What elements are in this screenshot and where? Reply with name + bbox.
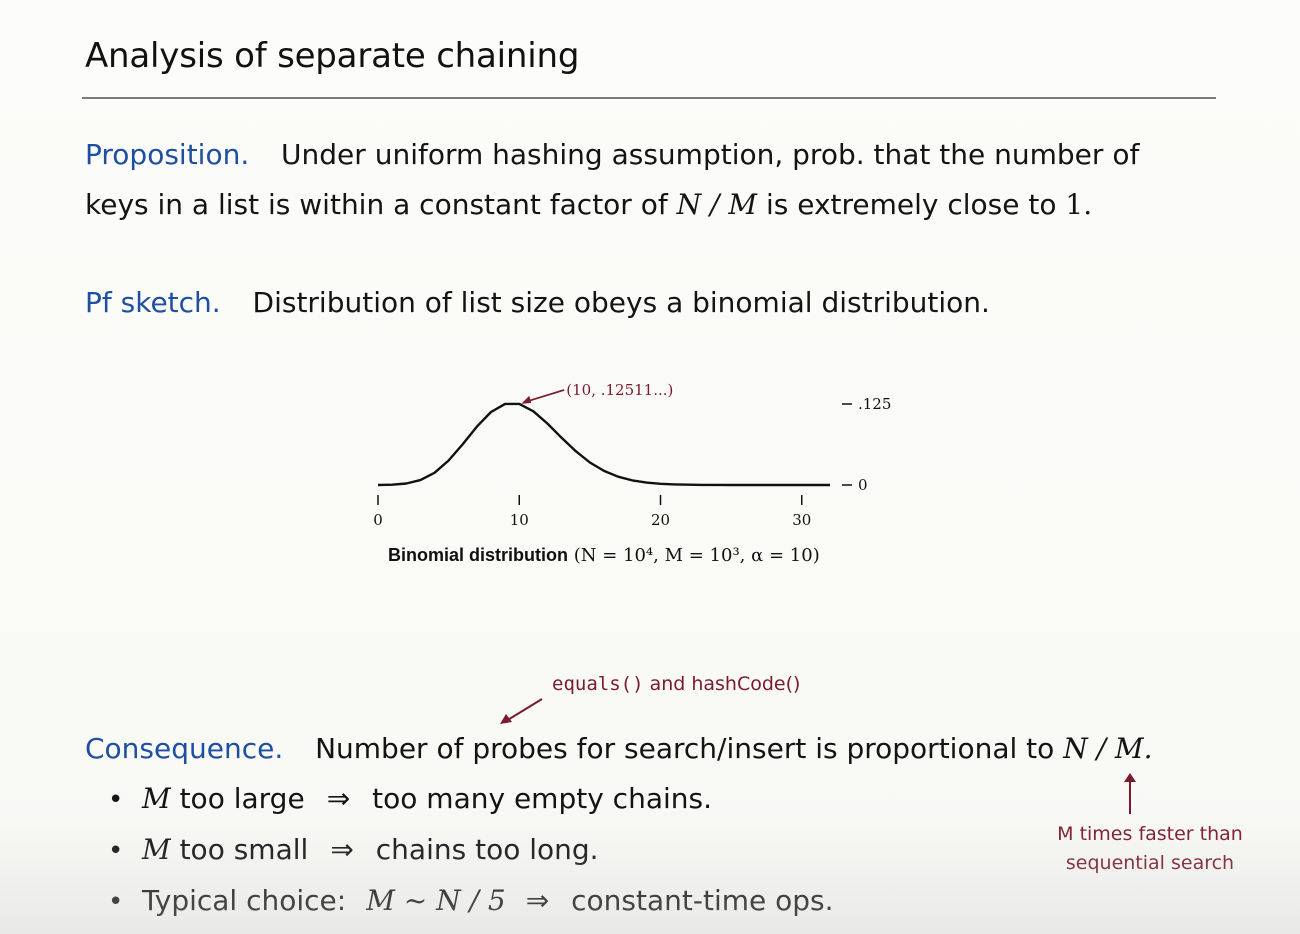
proposition-line-1: Under uniform hashing assumption, prob. … [281,138,1140,171]
implies-arrow: ⇒ [525,884,550,917]
consequence-paragraph: Consequence. Number of probes for search… [85,724,1153,774]
bullet-dot: • [108,785,124,815]
bullet-text: too small [179,833,309,866]
bullet-result: constant-time ops. [571,884,834,917]
equals-code: equals() [552,673,644,695]
up-arrow-icon [1124,773,1136,814]
y-tick-label: 0 [858,476,868,494]
ratio-n-over-m: N / M [676,188,758,221]
bullet-result: chains too long. [375,833,599,866]
annotation-arrowhead [521,395,532,404]
proposition-lead: Proposition. [85,138,250,171]
proposition-line-2: keys in a list is within a constant fact… [85,188,668,221]
bullet-text: too large [179,782,305,815]
consequence-bullets: • M too large ⇒ too many empty chains. •… [108,774,834,927]
bullet-dot: • [108,836,124,866]
chart-caption: Binomial distribution (N = 10⁴, M = 10³,… [388,545,820,566]
implies-arrow: ⇒ [326,782,351,815]
pf-sketch-lead: Pf sketch. [85,286,221,319]
pf-sketch-text: Distribution of list size obeys a binomi… [252,286,990,319]
slide-title: Analysis of separate chaining [85,36,580,76]
implies-arrow: ⇒ [330,833,354,866]
bullet-typical-choice: • Typical choice: M ~ N / 5 ⇒ constant-t… [108,876,834,927]
bullet-formula: M ~ N / 5 [366,884,506,917]
chart-caption-formula: (N = 10⁴, M = 10³, α = 10) [573,545,820,566]
value-one: 1. [1065,188,1093,221]
bullet-result: too many empty chains. [372,782,712,815]
speedup-note: M times faster than sequential search [1055,820,1245,878]
slide: Analysis of separate chaining Propositio… [0,0,1300,934]
note-pointer-arrow [500,698,543,724]
x-tick-label: 0 [373,511,383,529]
x-tick-label: 30 [792,511,811,529]
consequence-lead: Consequence. [85,732,284,765]
consequence-ratio: N / M. [1063,732,1153,765]
consequence-text: Number of probes for search/insert is pr… [315,732,1055,765]
x-tick-label: 20 [651,511,670,529]
bullet-dot: • [108,887,124,917]
chart-caption-label: Binomial distribution [388,545,568,565]
title-divider [82,97,1216,99]
proposition-paragraph: Proposition. Under uniform hashing assum… [85,130,1139,230]
bullet-m: M [142,833,171,866]
speedup-note-line-1: M times faster than [1057,823,1243,845]
proposition-line-2-end: is extremely close to [765,188,1057,221]
bullet-too-small: • M too small ⇒ chains too long. [108,825,834,876]
annotation-pointer [525,389,565,403]
bullet-m: M [142,782,171,815]
y-tick-label: .125 [858,395,891,413]
equals-hashcode-note: equals() and hashCode() [552,673,800,695]
hashcode-text: and hashCode() [649,673,801,695]
x-tick-label: 10 [510,511,529,529]
speedup-note-line-2: sequential search [1065,852,1235,874]
annotation-label: (10, .12511...) [566,381,673,399]
bullet-too-large: • M too large ⇒ too many empty chains. [108,774,834,825]
bullet-text: Typical choice: [142,884,347,917]
series-line [377,402,830,487]
pf-sketch-paragraph: Pf sketch. Distribution of list size obe… [85,278,990,328]
